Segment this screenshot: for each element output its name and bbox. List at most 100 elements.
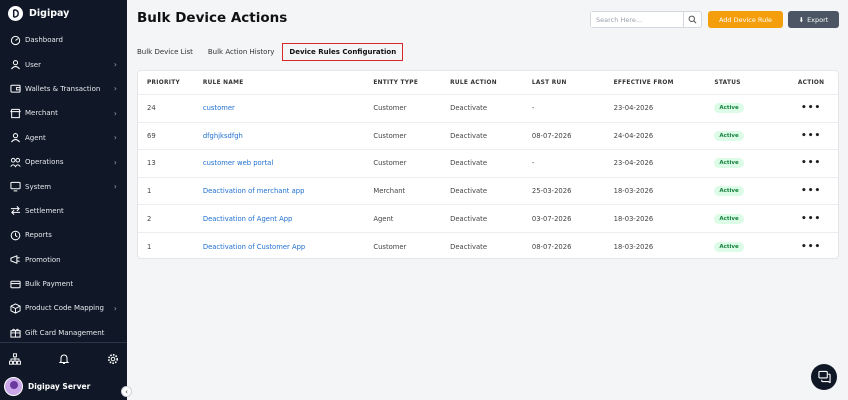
cell-last-run: 08-07-2026	[531, 242, 572, 251]
more-options-icon[interactable]: •••	[801, 214, 821, 224]
sidebar-item-system[interactable]: System ›	[0, 174, 127, 198]
sidebar-item-label: Settlement	[25, 206, 64, 215]
column-header-priority: PRIORITY	[147, 79, 180, 86]
sidebar-item-user[interactable]: User ›	[0, 52, 127, 76]
sidebar-item-operations[interactable]: Operations ›	[0, 150, 127, 174]
cell-rule-name-link[interactable]: customer web portal	[203, 159, 374, 167]
cell-priority: 69	[147, 131, 156, 140]
sidebar-item-label: Agent	[25, 133, 46, 142]
cell-status: Active	[714, 103, 784, 114]
cell-rule-name-link[interactable]: Deactivation of Agent App	[203, 215, 374, 223]
more-options-icon[interactable]: •••	[801, 158, 821, 168]
gift-card-icon	[9, 327, 21, 339]
cell-priority: 24	[147, 104, 156, 113]
tab-device-rules-configuration[interactable]: Device Rules Configuration	[282, 43, 404, 61]
sidebar-item-agent[interactable]: Agent ›	[0, 126, 127, 150]
cell-action: •••	[784, 131, 838, 141]
gear-icon[interactable]	[106, 353, 119, 366]
cell-effective-from: 23-04-2026	[613, 159, 654, 168]
column-header-entity-type: ENTITY TYPE	[373, 79, 419, 86]
chevron-right-icon: ›	[113, 182, 117, 192]
operations-icon	[9, 156, 21, 168]
bell-icon[interactable]	[57, 353, 70, 366]
cell-rule-name-link[interactable]: customer	[203, 104, 374, 112]
tab-bulk-device-list[interactable]: Bulk Device List	[137, 44, 193, 60]
sidebar-item-label: Promotion	[25, 255, 61, 264]
cell-rule-action: Deactivate	[450, 187, 488, 196]
cell-rule-name-link[interactable]: Deactivation of Customer App	[203, 243, 374, 251]
sidebar-item-label: Product Code Mapping	[25, 304, 104, 313]
cell-effective-from: 23-04-2026	[613, 104, 654, 113]
cell-action: •••	[784, 186, 838, 196]
cell-status: Active	[714, 241, 784, 252]
cell-last-run: -	[531, 104, 535, 113]
sidebar: Digipay Dashboard User › Wallets & Trans…	[0, 0, 132, 400]
sidebar-item-wallets[interactable]: Wallets & Transaction ›	[0, 77, 127, 101]
column-header-last-run: LAST RUN	[531, 79, 567, 86]
more-options-icon[interactable]: •••	[801, 186, 821, 196]
cell-rule-name-link[interactable]: dfghjksdfgh	[203, 132, 374, 140]
sidebar-item-reports[interactable]: Reports	[0, 223, 127, 247]
cell-entity-type: Merchant	[373, 187, 406, 196]
chevron-right-icon: ›	[113, 133, 117, 143]
table-row: 13 customer web portal Customer Deactiva…	[138, 150, 838, 178]
status-badge: Active	[714, 213, 744, 224]
chat-support-button[interactable]	[811, 364, 837, 390]
cell-last-run: 25-03-2026	[531, 187, 572, 196]
user-name: Digipay Server	[28, 382, 91, 391]
more-options-icon[interactable]: •••	[801, 131, 821, 141]
sidebar-item-merchant[interactable]: Merchant ›	[0, 101, 127, 125]
column-header-status: STATUS	[714, 79, 741, 86]
search-icon[interactable]	[683, 12, 701, 27]
sidebar-nav: Dashboard User › Wallets & Transaction ›…	[0, 28, 127, 345]
sidebar-item-label: User	[25, 60, 41, 69]
cell-entity-type: Customer	[373, 104, 407, 113]
sidebar-item-product-code-mapping[interactable]: Product Code Mapping ›	[0, 296, 127, 320]
search-input[interactable]	[591, 12, 684, 27]
cell-last-run: 08-07-2026	[531, 131, 572, 140]
cell-entity-type: Agent	[373, 214, 394, 223]
table-row: 1 Deactivation of merchant app Merchant …	[138, 178, 838, 206]
chat-icon	[817, 368, 831, 387]
cell-effective-from: 18-03-2026	[613, 187, 654, 196]
more-options-icon[interactable]: •••	[801, 242, 821, 252]
user-profile[interactable]: Digipay Server	[4, 377, 90, 396]
export-button[interactable]: ⬇ Export	[788, 11, 839, 28]
table-row: 24 customer Customer Deactivate - 23-04-…	[138, 95, 838, 123]
add-device-rule-button[interactable]: Add Device Rule	[708, 11, 783, 28]
sidebar-item-dashboard[interactable]: Dashboard	[0, 28, 127, 52]
sidebar-item-promotion[interactable]: Promotion	[0, 248, 127, 272]
more-options-icon[interactable]: •••	[801, 103, 821, 113]
search-box	[590, 11, 702, 28]
status-badge: Active	[714, 241, 744, 252]
brand[interactable]: Digipay	[8, 4, 69, 22]
export-label: Export	[807, 15, 829, 24]
sidebar-item-settlement[interactable]: Settlement	[0, 199, 127, 223]
cell-action: •••	[784, 242, 838, 252]
column-header-effective-from: EFFECTIVE FROM	[613, 79, 674, 86]
cell-rule-action: Deactivate	[450, 159, 488, 168]
sidebar-item-bulk-payment[interactable]: Bulk Payment	[0, 272, 127, 296]
cell-action: •••	[784, 158, 838, 168]
sidebar-item-label: Wallets & Transaction	[25, 84, 101, 93]
column-header-rule-action: RULE ACTION	[450, 79, 497, 86]
brand-name: Digipay	[29, 7, 70, 19]
table-row: 1 Deactivation of Customer App Customer …	[138, 233, 838, 261]
rules-table: PRIORITY RULE NAME ENTITY TYPE RULE ACTI…	[137, 70, 839, 259]
avatar	[4, 377, 23, 396]
cell-rule-name-link[interactable]: Deactivation of merchant app	[203, 187, 374, 195]
chevron-right-icon: ›	[113, 108, 117, 118]
tab-bulk-action-history[interactable]: Bulk Action History	[208, 44, 275, 60]
main-content: Bulk Device Actions Add Device Rule ⬇ Ex…	[127, 0, 848, 400]
cell-action: •••	[784, 214, 838, 224]
promotion-icon	[9, 254, 21, 266]
status-badge: Active	[714, 130, 744, 141]
dashboard-icon	[9, 34, 21, 46]
cell-rule-action: Deactivate	[450, 104, 488, 113]
cell-rule-action: Deactivate	[450, 214, 488, 223]
cell-last-run: -	[531, 159, 535, 168]
tab-bar: Bulk Device List Bulk Action History Dev…	[137, 42, 418, 62]
cell-entity-type: Customer	[373, 131, 407, 140]
hierarchy-icon[interactable]	[8, 353, 21, 366]
sidebar-item-label: System	[25, 182, 52, 191]
